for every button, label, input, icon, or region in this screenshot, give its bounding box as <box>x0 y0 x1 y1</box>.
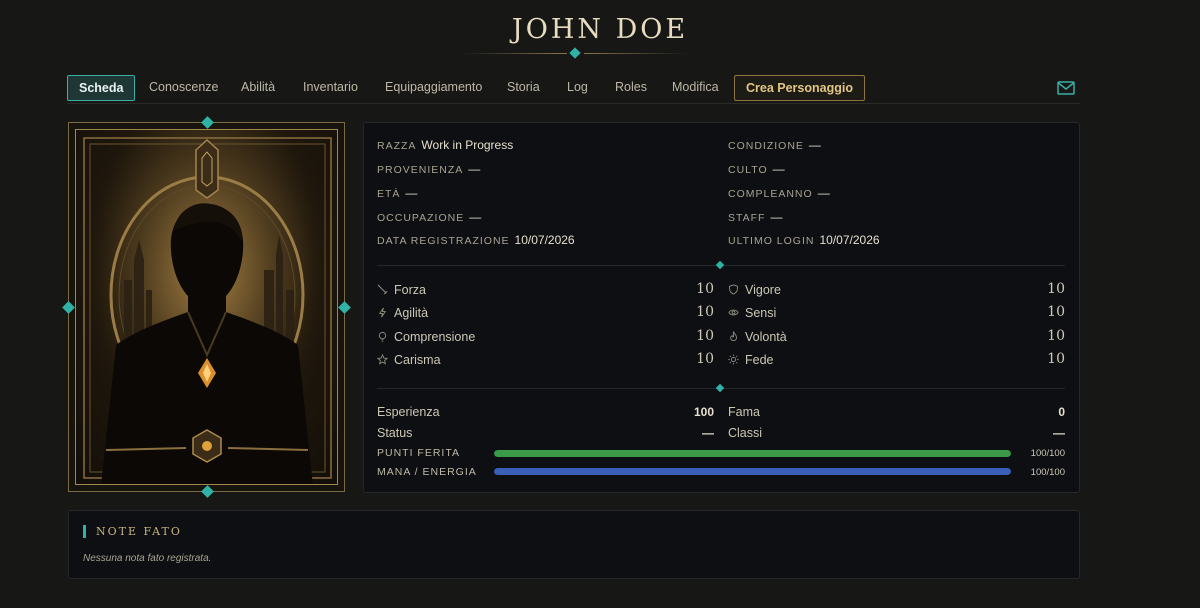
note-fato-title: NOTE FATO <box>83 525 182 538</box>
attr-sensi: Sensi <box>728 306 776 320</box>
section-divider <box>377 260 1065 270</box>
attr-carisma-value: 10 <box>696 351 714 367</box>
info-occupazione: Occupazione — <box>377 210 482 224</box>
shield-icon <box>728 284 739 295</box>
sun-icon <box>728 354 739 365</box>
attr-forza-value: 10 <box>696 281 714 297</box>
note-fato-panel: NOTE FATO Nessuna nota fato registrata. <box>68 510 1080 579</box>
tab-log[interactable]: Log <box>556 75 599 101</box>
tab-bar-border <box>67 103 1080 104</box>
frame-diamond-left <box>62 301 75 314</box>
info-staff: Staff — <box>728 210 783 224</box>
mail-icon[interactable] <box>1057 81 1075 95</box>
attr-vigore-value: 10 <box>1047 281 1065 297</box>
mana-bar-fill <box>494 468 1011 475</box>
character-portrait <box>62 116 351 498</box>
tab-modifica[interactable]: Modifica <box>661 75 730 101</box>
status-value: — <box>702 426 714 440</box>
attr-comprensione: Comprensione <box>377 330 475 344</box>
info-razza: Razza Work in Progress <box>377 138 514 152</box>
attr-volonta-value: 10 <box>1047 328 1065 344</box>
info-eta: Età — <box>377 186 418 200</box>
bulb-icon <box>378 331 387 342</box>
info-data-registrazione: Data registrazione 10/07/2026 <box>377 233 575 247</box>
info-condizione: Condizione — <box>728 138 821 152</box>
attr-comprensione-value: 10 <box>696 328 714 344</box>
flame-icon <box>730 331 737 341</box>
esperienza-label: Esperienza <box>377 405 440 419</box>
info-provenienza: Provenienza — <box>377 162 481 176</box>
tab-inventario[interactable]: Inventario <box>292 75 369 101</box>
tab-scheda[interactable]: Scheda <box>67 75 136 101</box>
tab-conoscenze[interactable]: Conoscenze <box>138 75 230 101</box>
classi-label: Classi <box>728 426 763 440</box>
hp-bar-label: PUNTI FERITA <box>377 447 460 459</box>
fama-label: Fama <box>728 405 760 419</box>
tab-storia[interactable]: Storia <box>496 75 551 101</box>
attr-sensi-value: 10 <box>1047 304 1065 320</box>
tab-bar: Scheda Conoscenze Abilità Inventario Equ… <box>67 75 1080 101</box>
attr-forza: Forza <box>377 283 426 297</box>
info-culto: Culto — <box>728 162 785 176</box>
frame-diamond-bottom <box>201 485 214 498</box>
sword-icon <box>377 284 388 295</box>
attr-fede-value: 10 <box>1047 351 1065 367</box>
tab-abilita[interactable]: Abilità <box>230 75 286 101</box>
hp-bar-fill <box>494 450 1011 457</box>
star-icon <box>377 354 388 365</box>
frame-diamond-top <box>201 116 214 129</box>
mana-bar <box>494 468 1011 475</box>
create-character-button[interactable]: Crea Personaggio <box>734 75 865 101</box>
attr-volonta: Volontà <box>728 330 787 344</box>
info-compleanno: Compleanno — <box>728 186 830 200</box>
classi-value: — <box>1053 426 1065 440</box>
eye-icon <box>728 309 739 316</box>
section-divider <box>377 383 1065 393</box>
character-sheet-panel <box>363 122 1080 493</box>
title-divider <box>463 47 688 59</box>
mana-bar-label: MANA / ENERGIA <box>377 466 477 478</box>
fama-value: 0 <box>1058 405 1065 419</box>
bolt-icon <box>378 307 387 318</box>
attr-carisma: Carisma <box>377 353 441 367</box>
note-fato-text: Nessuna nota fato registrata. <box>83 553 212 564</box>
tab-roles[interactable]: Roles <box>604 75 658 101</box>
attr-vigore: Vigore <box>728 283 781 297</box>
frame-diamond-right <box>338 301 351 314</box>
attr-fede: Fede <box>728 353 774 367</box>
info-ultimo-login: Ultimo login 10/07/2026 <box>728 233 880 247</box>
page-title: JOHN DOE <box>511 14 689 45</box>
portrait-art <box>76 130 337 484</box>
tab-equipaggiamento[interactable]: Equipaggiamento <box>374 75 493 101</box>
hp-bar <box>494 450 1011 457</box>
hp-bar-value: 100/100 <box>1030 448 1065 459</box>
mana-bar-value: 100/100 <box>1030 467 1065 478</box>
esperienza-value: 100 <box>693 405 714 419</box>
attr-agilita-value: 10 <box>696 304 714 320</box>
attr-agilita: Agilità <box>377 306 428 320</box>
status-label: Status <box>377 426 413 440</box>
